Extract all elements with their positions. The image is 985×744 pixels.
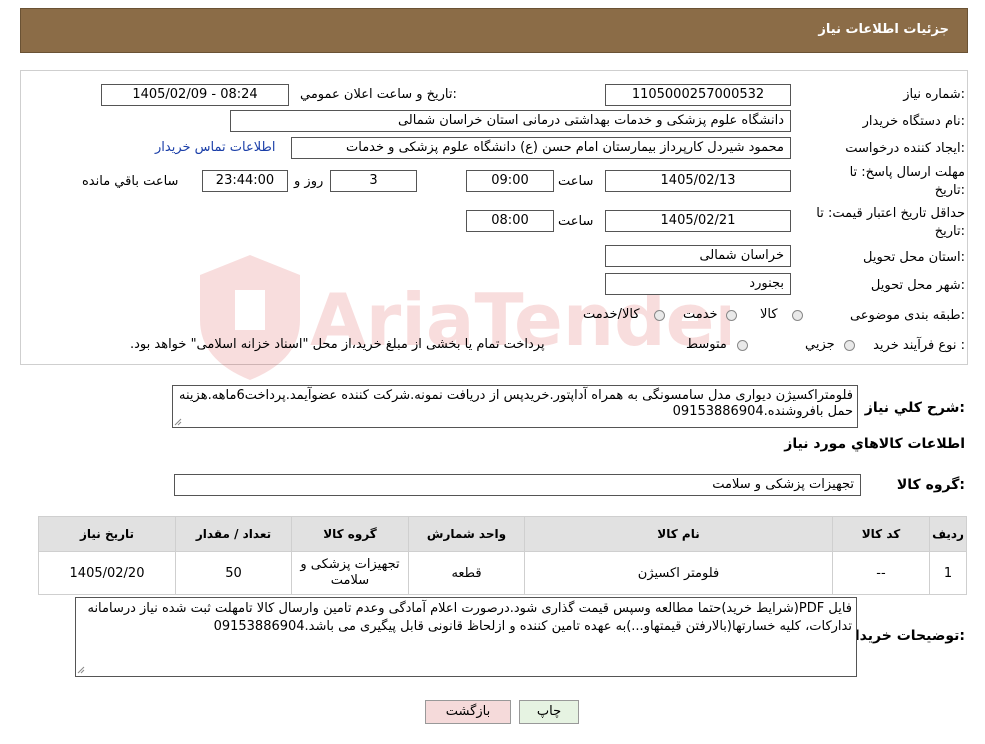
col-header-name: نام کالا xyxy=(524,516,833,552)
category-label: طبقه بندی موضوعی: xyxy=(849,308,965,323)
category-radio-goods[interactable] xyxy=(792,310,803,321)
requester-field: محمود شیردل کارپرداز بیمارستان امام حسن … xyxy=(291,137,791,159)
category-option-goods-service: کالا/خدمت xyxy=(583,307,640,322)
process-option-minor: جزيي xyxy=(805,337,835,352)
process-option-medium: متوسط xyxy=(686,337,727,352)
buyer-contact-link[interactable]: اطلاعات تماس خريدار xyxy=(155,140,275,155)
buyer-notes-label: توضيحات خريدار: xyxy=(846,628,965,644)
deadline-days-label: روز و xyxy=(294,174,324,189)
items-table: رديف کد کالا نام کالا واحد شمارش گروه کا… xyxy=(38,516,967,595)
validity-time-label: ساعت xyxy=(558,214,594,229)
category-radio-goods-service[interactable] xyxy=(654,310,665,321)
resize-grip-icon[interactable] xyxy=(77,666,85,674)
watermark-shield-icon xyxy=(200,255,300,380)
deadline-time-field: 09:00 xyxy=(466,170,554,192)
process-payment-note: پرداخت تمام یا بخشی از مبلغ خرید،از محل … xyxy=(130,337,545,352)
validity-label-line2: تاريخ: xyxy=(934,224,965,239)
deadline-time-label: ساعت xyxy=(558,174,594,189)
validity-date-field: 1405/02/21 xyxy=(605,210,791,232)
deadline-days-field: 3 xyxy=(330,170,417,192)
process-label: نوع فرآيند خريد : xyxy=(873,338,965,353)
table-row: 1 -- فلومتر اکسیژن قطعه تجهیزات پزشکی و … xyxy=(38,551,967,595)
category-option-service: خدمت xyxy=(683,307,718,322)
process-radio-medium[interactable] xyxy=(737,340,748,351)
remaining-time-label: ساعت باقي مانده xyxy=(82,174,179,189)
cell-group: تجهیزات پزشکی و سلامت xyxy=(291,551,409,595)
page-title: جزئیات اطلاعات نیاز xyxy=(818,22,949,37)
col-header-group: گروه کالا xyxy=(291,516,409,552)
goods-info-title: اطلاعات کالاهاي مورد نياز xyxy=(784,436,965,452)
buyer-org-field: دانشگاه علوم پزشکی و خدمات بهداشتی درمان… xyxy=(230,110,791,132)
buyer-notes-textarea[interactable]: فایل PDF(شرایط خرید)حتما مطالعه وسپس قیم… xyxy=(75,597,857,677)
announce-label: تاریخ و ساعت اعلان عمومي: xyxy=(300,87,457,102)
resize-grip-icon[interactable] xyxy=(174,418,182,426)
need-number-field: 1105000257000532 xyxy=(605,84,791,106)
col-header-row: رديف xyxy=(929,516,967,552)
city-label: شهر محل تحويل: xyxy=(870,278,965,293)
deadline-label-line2: تاريخ: xyxy=(934,183,965,198)
city-field: بجنورد xyxy=(605,273,791,295)
cell-row: 1 xyxy=(929,551,967,595)
remaining-time-field: 23:44:00 xyxy=(202,170,288,192)
cell-date: 1405/02/20 xyxy=(38,551,176,595)
announce-field: 1405/02/09 - 08:24 xyxy=(101,84,289,106)
cell-name: فلومتر اکسیژن xyxy=(524,551,833,595)
deadline-label-line1: مهلت ارسال پاسخ: تا xyxy=(849,165,965,180)
category-radio-service[interactable] xyxy=(726,310,737,321)
table-header-row: رديف کد کالا نام کالا واحد شمارش گروه کا… xyxy=(38,516,967,552)
requester-label: ايجاد کننده درخواست: xyxy=(845,141,965,156)
cell-unit: قطعه xyxy=(408,551,525,595)
cell-qty: 50 xyxy=(175,551,292,595)
col-header-qty: تعداد / مقدار xyxy=(175,516,292,552)
col-header-unit: واحد شمارش xyxy=(408,516,525,552)
col-header-code: کد کالا xyxy=(832,516,930,552)
summary-textarea[interactable]: فلومتراکسیژن دیواری مدل سامسونگی به همرا… xyxy=(172,385,858,428)
page-header: جزئیات اطلاعات نیاز xyxy=(20,8,968,53)
province-label: استان محل تحويل: xyxy=(863,250,965,265)
need-number-label: شماره نیاز: xyxy=(903,87,965,102)
cell-code: -- xyxy=(832,551,930,595)
deadline-date-field: 1405/02/13 xyxy=(605,170,791,192)
validity-label-line1: حداقل تاريخ اعتبار قيمت: تا xyxy=(816,206,965,221)
print-button[interactable]: چاپ xyxy=(519,700,579,724)
back-button[interactable]: بازگشت xyxy=(425,700,511,724)
category-option-goods: کالا xyxy=(760,307,778,322)
goods-group-field: تجهیزات پزشکی و سلامت xyxy=(174,474,861,496)
province-field: خراسان شمالی xyxy=(605,245,791,267)
goods-group-label: گروه کالا: xyxy=(896,477,965,493)
col-header-date: تاريخ نياز xyxy=(38,516,176,552)
validity-time-field: 08:00 xyxy=(466,210,554,232)
summary-label: شرح کلي نياز: xyxy=(864,400,965,416)
process-radio-minor[interactable] xyxy=(844,340,855,351)
buyer-org-label: نام دستگاه خريدار: xyxy=(862,114,965,129)
